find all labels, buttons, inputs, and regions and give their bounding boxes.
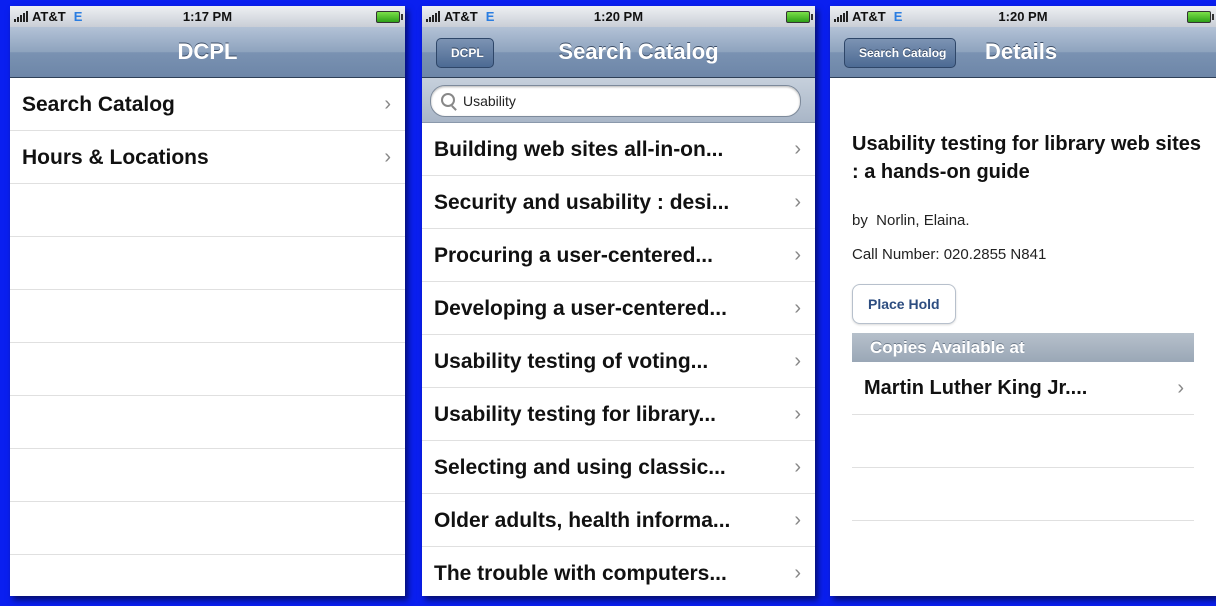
back-button[interactable]: Search Catalog — [844, 38, 957, 68]
copies-list: Martin Luther King Jr.... › — [852, 362, 1194, 521]
details-screen: AT&T E 1:20 PM Details Search Catalog Us… — [830, 6, 1216, 596]
menu-item-hours-locations[interactable]: Hours & Locations › — [10, 131, 405, 184]
chevron-right-icon: › — [794, 350, 801, 372]
status-bar: AT&T E 1:17 PM — [10, 6, 405, 27]
result-item[interactable]: Usability testing for library... › — [422, 388, 815, 441]
result-item[interactable]: Procuring a user-centered... › — [422, 229, 815, 282]
nav-bar: Search Catalog DCPL — [422, 27, 815, 78]
empty-row — [10, 343, 405, 396]
empty-row — [10, 290, 405, 343]
chevron-right-icon: › — [794, 244, 801, 266]
place-hold-button[interactable]: Place Hold — [852, 284, 956, 324]
nav-bar: DCPL — [10, 27, 405, 78]
book-title: Usability testing for library web sites … — [852, 133, 1201, 183]
empty-row — [10, 184, 405, 237]
battery-icon — [376, 11, 403, 23]
empty-row — [10, 237, 405, 290]
menu-list: Search Catalog › Hours & Locations › — [10, 78, 405, 596]
chevron-right-icon: › — [384, 146, 391, 168]
search-value: Usability — [463, 93, 516, 109]
chevron-right-icon: › — [794, 403, 801, 425]
result-item[interactable]: The trouble with computers... › — [422, 547, 815, 596]
details-content: Usability testing for library web sites … — [830, 78, 1216, 596]
chevron-right-icon: › — [1177, 377, 1184, 399]
copies-section-header: Copies Available at — [852, 333, 1194, 362]
result-item[interactable]: Selecting and using classic... › — [422, 441, 815, 494]
chevron-right-icon: › — [794, 297, 801, 319]
empty-row — [10, 396, 405, 449]
chevron-right-icon: › — [794, 138, 801, 160]
menu-item-search-catalog[interactable]: Search Catalog › — [10, 78, 405, 131]
menu-item-label: Search Catalog — [22, 93, 175, 116]
chevron-right-icon: › — [384, 93, 391, 115]
chevron-right-icon: › — [794, 191, 801, 213]
call-number: Call Number: 020.2855 N841 — [852, 246, 1047, 263]
search-input[interactable]: Usability — [430, 85, 801, 117]
chevron-right-icon: › — [794, 509, 801, 531]
back-button[interactable]: DCPL — [436, 38, 494, 68]
nav-bar: Details Search Catalog — [830, 27, 1216, 78]
search-screen: AT&T E 1:20 PM Search Catalog DCPL Usabi… — [422, 6, 815, 596]
status-time: 1:17 PM — [182, 9, 233, 24]
nav-title: DCPL — [177, 39, 238, 64]
result-item[interactable]: Usability testing of voting... › — [422, 335, 815, 388]
result-item[interactable]: Older adults, health informa... › — [422, 494, 815, 547]
search-icon — [441, 93, 455, 107]
result-item[interactable]: Developing a user-centered... › — [422, 282, 815, 335]
status-bar: AT&T E 1:20 PM — [830, 6, 1216, 27]
menu-item-label: Hours & Locations — [22, 146, 209, 169]
book-author: by Norlin, Elaina. — [852, 212, 970, 229]
empty-row — [852, 415, 1194, 468]
chevron-right-icon: › — [794, 456, 801, 478]
chevron-right-icon: › — [794, 562, 801, 584]
battery-icon — [1187, 11, 1214, 23]
result-item[interactable]: Building web sites all-in-on... › — [422, 123, 815, 176]
empty-row — [852, 468, 1194, 521]
nav-title: Details — [985, 39, 1058, 64]
battery-icon — [786, 11, 813, 23]
status-time: 1:20 PM — [593, 9, 644, 24]
empty-row — [10, 502, 405, 555]
status-time: 1:20 PM — [998, 9, 1048, 24]
empty-row — [10, 555, 405, 596]
search-bar: Usability — [422, 78, 815, 123]
home-screen: AT&T E 1:17 PM DCPL Search Catalog › Hou… — [10, 6, 405, 596]
result-item[interactable]: Security and usability : desi... › — [422, 176, 815, 229]
status-bar: AT&T E 1:20 PM — [422, 6, 815, 27]
empty-row — [10, 449, 405, 502]
copy-location-item[interactable]: Martin Luther King Jr.... › — [852, 362, 1194, 415]
results-list: Building web sites all-in-on... › Securit… — [422, 123, 815, 596]
